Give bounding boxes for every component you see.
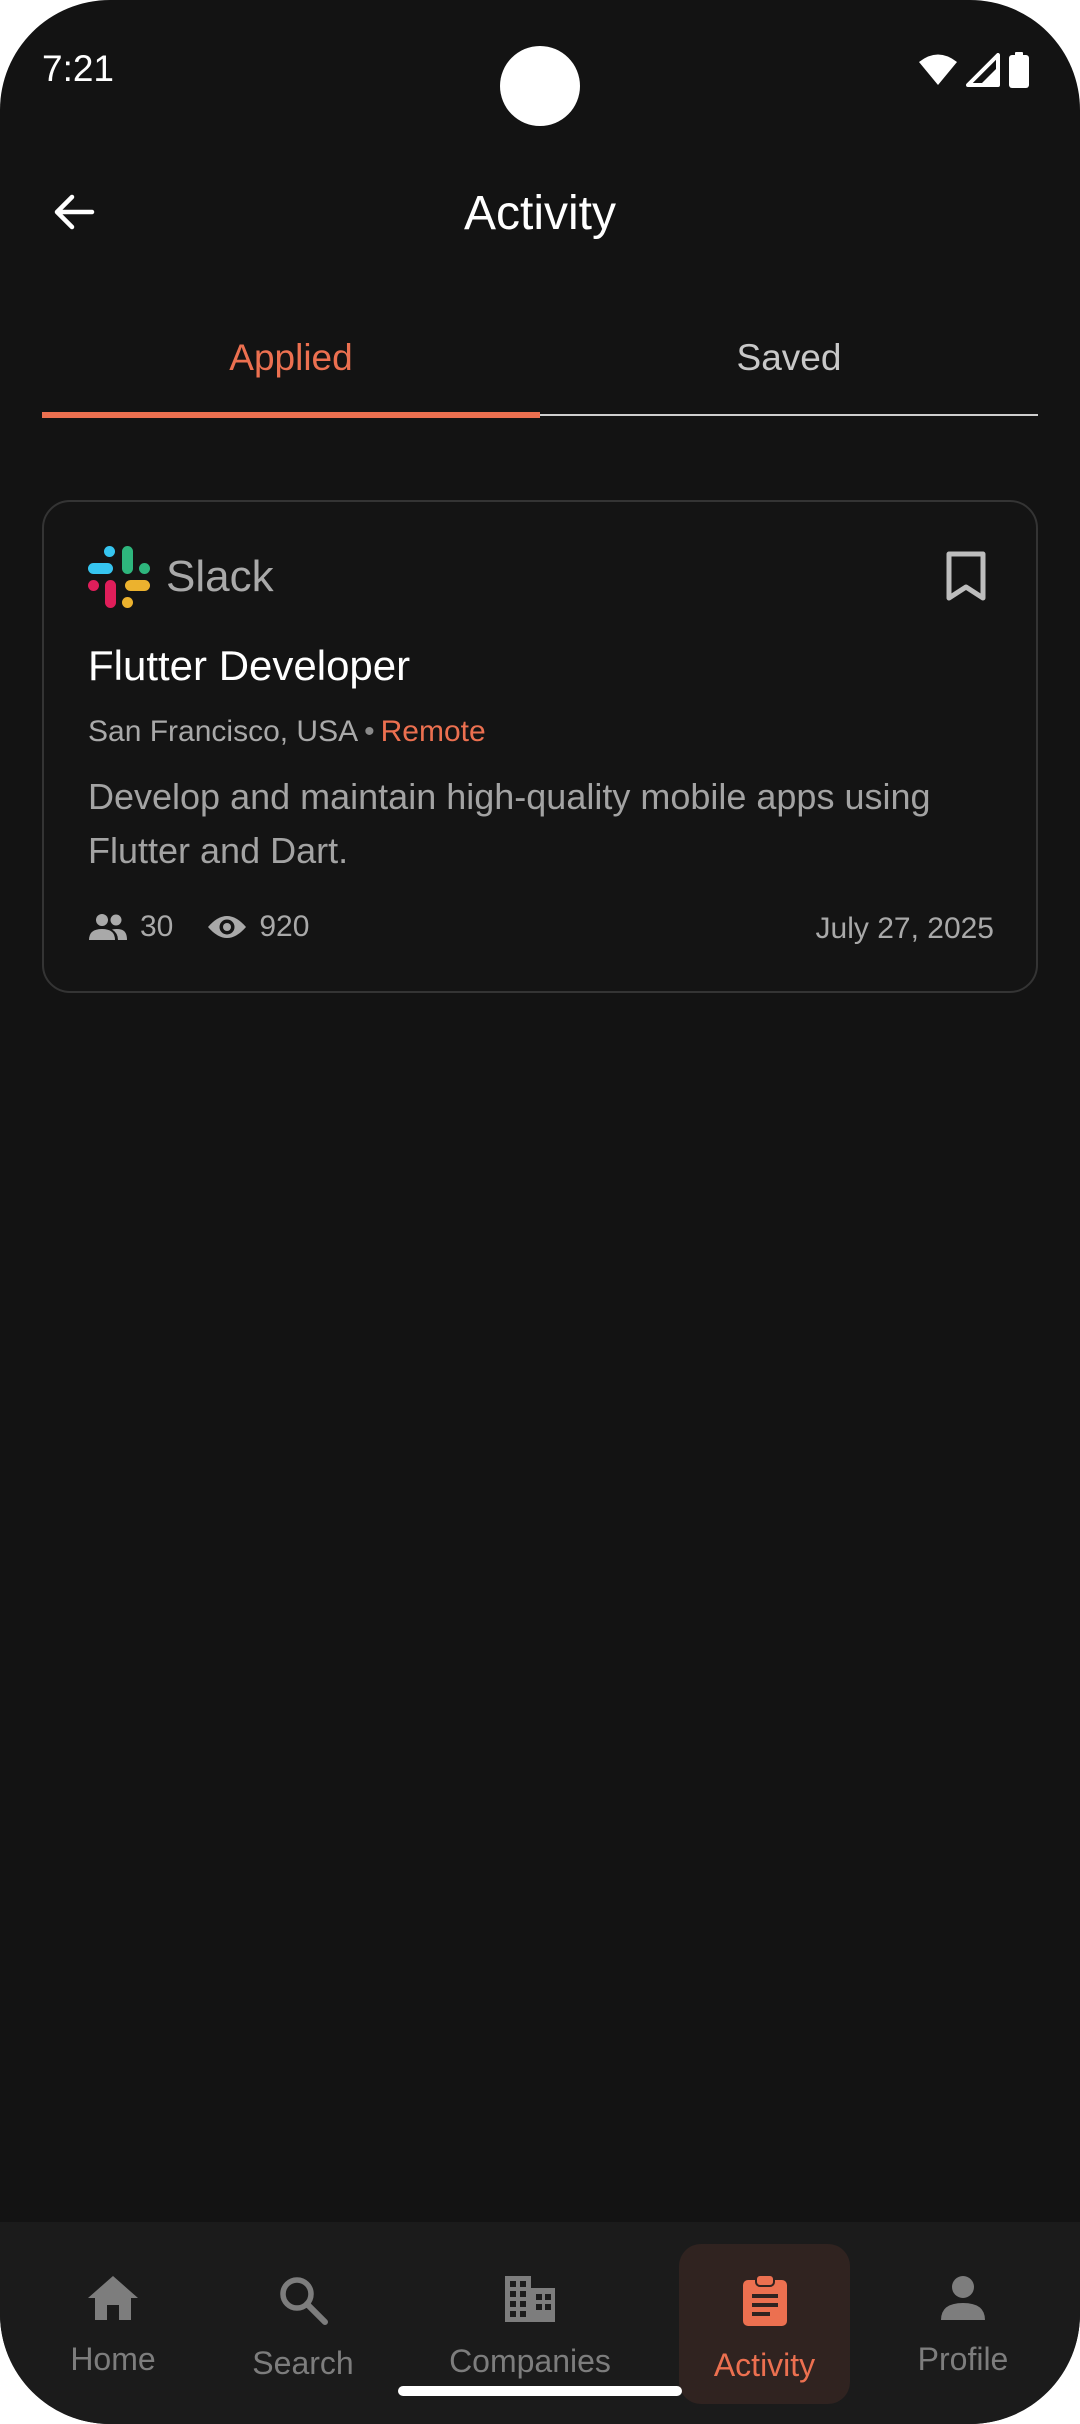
nav-search[interactable]: Search — [232, 2244, 374, 2404]
job-stats: 30 920 — [88, 910, 343, 944]
views-stat: 920 — [207, 910, 309, 944]
nav-companies-label: Companies — [449, 2343, 611, 2379]
battery-icon — [1008, 52, 1030, 88]
status-icons — [918, 52, 1030, 88]
nav-companies[interactable]: Companies — [430, 2244, 630, 2404]
nav-activity[interactable]: Activity — [679, 2244, 850, 2404]
person-icon — [939, 2274, 987, 2327]
bookmark-outline-icon — [945, 550, 987, 607]
applicants-stat: 30 — [88, 910, 173, 944]
tab-bar: Applied Saved — [42, 300, 1038, 418]
job-title: Flutter Developer — [88, 642, 411, 689]
posted-date: July 27, 2025 — [815, 912, 994, 945]
slack-logo-icon — [88, 546, 150, 608]
page-title: Activity — [463, 187, 616, 240]
views-count: 920 — [259, 910, 310, 943]
job-card[interactable]: Slack Flutter Developer San Francisco, U… — [42, 500, 1038, 993]
bookmark-button[interactable] — [936, 546, 996, 610]
search-icon — [277, 2274, 329, 2331]
nav-profile-label: Profile — [917, 2341, 1009, 2377]
gesture-handle[interactable] — [398, 2386, 682, 2396]
nav-home[interactable]: Home — [42, 2244, 184, 2404]
work-mode-label: Remote — [380, 715, 486, 748]
nav-search-label: Search — [252, 2345, 354, 2381]
wifi-icon — [918, 53, 958, 87]
job-description: Develop and maintain high-quality mobile… — [88, 776, 931, 871]
eye-icon — [207, 913, 247, 941]
building-icon — [503, 2274, 557, 2329]
home-icon — [86, 2274, 140, 2327]
tab-indicator — [42, 412, 540, 418]
status-time: 7:21 — [42, 48, 115, 89]
applicants-count: 30 — [140, 910, 174, 943]
location-separator: • — [364, 715, 375, 748]
company-name: Slack — [166, 552, 274, 601]
tab-applied[interactable]: Applied — [42, 300, 540, 416]
nav-activity-label: Activity — [713, 2347, 816, 2383]
tab-saved[interactable]: Saved — [540, 300, 1038, 416]
clipboard-icon — [741, 2274, 789, 2333]
phone-screen: 7:21 Activity Applied Saved Slack Flutte… — [0, 0, 1080, 2424]
nav-profile[interactable]: Profile — [895, 2244, 1031, 2404]
job-location-row: San Francisco, USA • Remote — [88, 715, 486, 749]
nav-home-label: Home — [70, 2341, 156, 2377]
front-camera — [500, 46, 580, 126]
job-location: San Francisco, USA — [88, 715, 359, 748]
cell-signal-icon — [966, 53, 1000, 87]
people-icon — [88, 913, 128, 941]
